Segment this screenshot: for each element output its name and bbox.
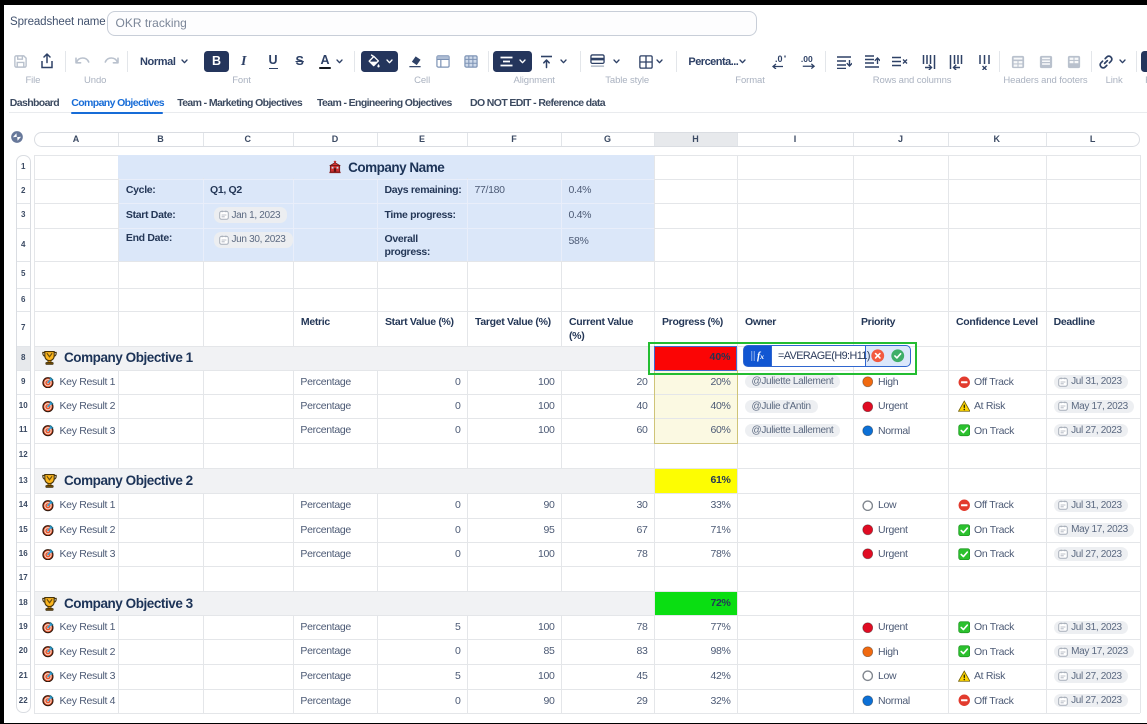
svg-text:.00: .00 [801, 54, 813, 64]
svg-text:.0: .0 [775, 54, 783, 64]
